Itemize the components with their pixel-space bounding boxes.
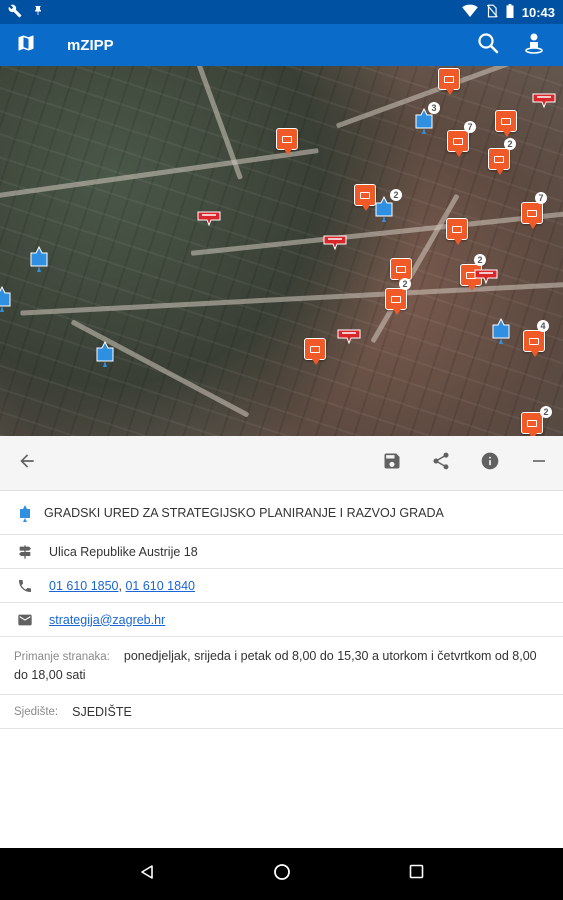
satellite-map[interactable]: 7 2 7 2 2 4 2 3 2 <box>0 66 563 436</box>
seat-label: Sjedište: <box>14 705 59 718</box>
email-icon <box>14 612 36 628</box>
institution-marker[interactable] <box>29 246 49 272</box>
pin-icon <box>32 4 44 21</box>
phone-row: 01 610 1850 , 01 610 1840 <box>0 569 563 603</box>
map-marker[interactable] <box>354 184 376 211</box>
route-marker[interactable] <box>531 90 557 108</box>
phone-icon <box>14 578 36 594</box>
info-icon <box>480 451 500 476</box>
app-bar: mZIPP <box>0 24 563 66</box>
address-row: Ulica Republike Austrije 18 <box>0 535 563 569</box>
institution-marker[interactable] <box>95 341 115 367</box>
map-button[interactable] <box>5 24 47 66</box>
app-title: mZIPP <box>67 36 114 54</box>
route-marker[interactable] <box>473 266 499 284</box>
back-button[interactable] <box>2 438 52 488</box>
map-marker[interactable] <box>495 110 517 137</box>
wifi-icon <box>461 4 478 20</box>
office-details: GRADSKI URED ZA STRATEGIJSKO PLANIRANJE … <box>0 491 563 729</box>
user-location-icon <box>525 32 543 59</box>
hours-row: Primanje stranaka: ponedjeljak, srijeda i… <box>0 637 563 695</box>
back-icon <box>17 451 37 476</box>
map-marker[interactable] <box>488 148 510 175</box>
route-marker[interactable] <box>322 232 348 250</box>
nav-recents-button[interactable] <box>397 854 437 894</box>
route-marker[interactable] <box>336 326 362 344</box>
map-marker[interactable] <box>276 128 298 155</box>
map-marker[interactable] <box>438 68 460 95</box>
cluster-count-badge: 4 <box>537 320 549 332</box>
cluster-count-badge: 2 <box>390 189 402 201</box>
map-marker[interactable] <box>390 258 412 285</box>
seat-row: Sjedište: SJEDIŠTE <box>0 695 563 729</box>
hours-label: Primanje stranaka: <box>14 651 110 663</box>
signpost-icon <box>14 544 36 560</box>
minimize-icon <box>532 454 546 473</box>
institution-icon <box>14 504 36 522</box>
nav-home-icon <box>273 863 291 886</box>
cluster-count-badge: 7 <box>535 192 547 204</box>
detail-toolbar <box>0 436 563 491</box>
battery-icon <box>506 3 514 21</box>
save-icon <box>382 451 402 476</box>
address: Ulica Republike Austrije 18 <box>49 544 198 559</box>
map-marker[interactable] <box>521 412 543 436</box>
search-button[interactable] <box>471 28 505 62</box>
nav-home-button[interactable] <box>262 854 302 894</box>
nav-recents-icon <box>409 864 424 884</box>
office-name-row: GRADSKI URED ZA STRATEGIJSKO PLANIRANJE … <box>0 491 563 535</box>
nav-back-icon <box>139 864 155 885</box>
share-icon <box>431 451 451 476</box>
phone-separator: , <box>118 578 126 593</box>
map-marker[interactable] <box>385 288 407 315</box>
map-marker[interactable] <box>523 330 545 357</box>
wrench-icon <box>8 4 22 21</box>
search-icon <box>476 31 500 60</box>
phone-link-1[interactable]: 01 610 1850 <box>49 579 119 593</box>
map-marker[interactable] <box>304 338 326 365</box>
phone-link-2[interactable]: 01 610 1840 <box>125 579 195 593</box>
map-icon <box>16 33 36 58</box>
email-row: strategija@zagreb.hr <box>0 603 563 637</box>
user-location-button[interactable] <box>517 28 551 62</box>
status-bar: 10:43 <box>0 0 563 24</box>
cluster-count-badge: 2 <box>399 278 411 290</box>
cluster-count-badge: 2 <box>474 254 486 266</box>
email-link[interactable]: strategija@zagreb.hr <box>49 613 165 627</box>
map-marker[interactable] <box>447 130 469 157</box>
hours-text: Primanje stranaka: ponedjeljak, srijeda i… <box>14 647 549 684</box>
institution-marker[interactable] <box>491 318 511 344</box>
map-marker[interactable] <box>446 218 468 245</box>
seat-value: SJEDIŠTE <box>72 704 132 719</box>
institution-marker[interactable] <box>374 196 394 222</box>
office-name: GRADSKI URED ZA STRATEGIJSKO PLANIRANJE … <box>44 505 444 520</box>
clock: 10:43 <box>521 4 555 20</box>
map-marker[interactable] <box>521 202 543 229</box>
save-button[interactable] <box>367 438 416 488</box>
cluster-count-badge: 2 <box>504 138 516 150</box>
system-navigation-bar <box>0 848 563 900</box>
minimize-button[interactable] <box>514 438 563 488</box>
cluster-count-badge: 3 <box>428 102 440 114</box>
route-marker[interactable] <box>196 208 222 226</box>
cluster-count-badge: 7 <box>464 121 476 133</box>
cluster-count-badge: 2 <box>540 406 552 418</box>
share-button[interactable] <box>416 438 465 488</box>
nav-back-button[interactable] <box>127 854 167 894</box>
info-button[interactable] <box>465 438 514 488</box>
no-sim-icon <box>486 4 498 21</box>
institution-marker[interactable] <box>0 286 12 312</box>
